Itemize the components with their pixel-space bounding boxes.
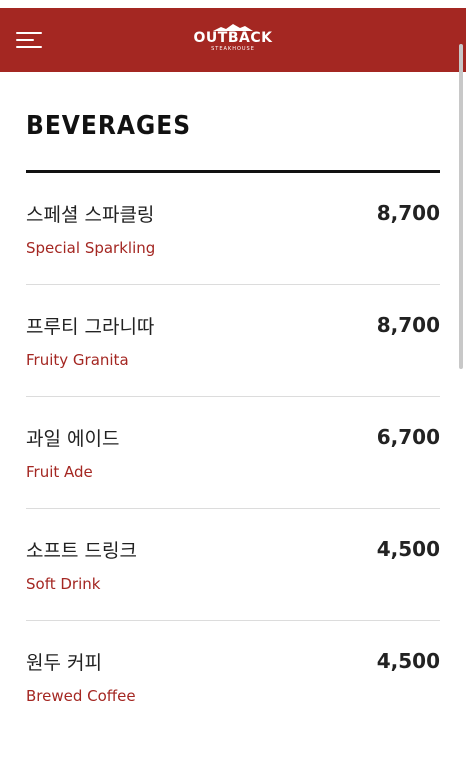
outback-logo[interactable]: OUTBACK STEAKHOUSE	[190, 24, 276, 58]
item-price: 8,700	[376, 313, 440, 337]
menu-button[interactable]	[16, 27, 44, 53]
item-name-ko: 스페셜 스파클링	[26, 204, 155, 226]
item-name-en: Brewed Coffee	[26, 687, 136, 705]
status-strip	[0, 0, 466, 8]
item-name-ko: 원두 커피	[26, 652, 102, 674]
hamburger-icon-line	[16, 39, 34, 41]
section-title: BEVERAGES	[26, 111, 192, 141]
item-name-ko: 과일 에이드	[26, 428, 120, 450]
item-price: 4,500	[376, 537, 440, 561]
top-header: OUTBACK STEAKHOUSE	[0, 8, 466, 72]
menu-item[interactable]: 소프트 드링크 Soft Drink 4,500	[26, 509, 440, 621]
menu-item[interactable]: 과일 에이드 Fruit Ade 6,700	[26, 397, 440, 509]
item-name-en: Soft Drink	[26, 575, 101, 593]
menu-item[interactable]: 프루티 그라니따 Fruity Granita 8,700	[26, 285, 440, 397]
hamburger-icon	[16, 32, 42, 34]
item-price: 4,500	[376, 649, 440, 673]
item-name-en: Special Sparkling	[26, 239, 156, 257]
logo-text: OUTBACK	[193, 30, 273, 46]
logo-subtext: STEAKHOUSE	[211, 46, 255, 52]
item-name-en: Fruity Granita	[26, 351, 129, 369]
menu-item[interactable]: 스페셜 스파클링 Special Sparkling 8,700	[26, 173, 440, 285]
item-name-ko: 프루티 그라니따	[26, 316, 155, 338]
hamburger-icon-line	[16, 46, 42, 48]
menu-item[interactable]: 원두 커피 Brewed Coffee 4,500	[26, 621, 440, 733]
item-name-en: Fruit Ade	[26, 463, 93, 481]
item-price: 6,700	[376, 425, 440, 449]
scrollbar[interactable]	[459, 44, 463, 369]
item-price: 8,700	[376, 201, 440, 225]
item-name-ko: 소프트 드링크	[26, 540, 137, 562]
beverage-list: 스페셜 스파클링 Special Sparkling 8,700 프루티 그라니…	[26, 173, 440, 733]
